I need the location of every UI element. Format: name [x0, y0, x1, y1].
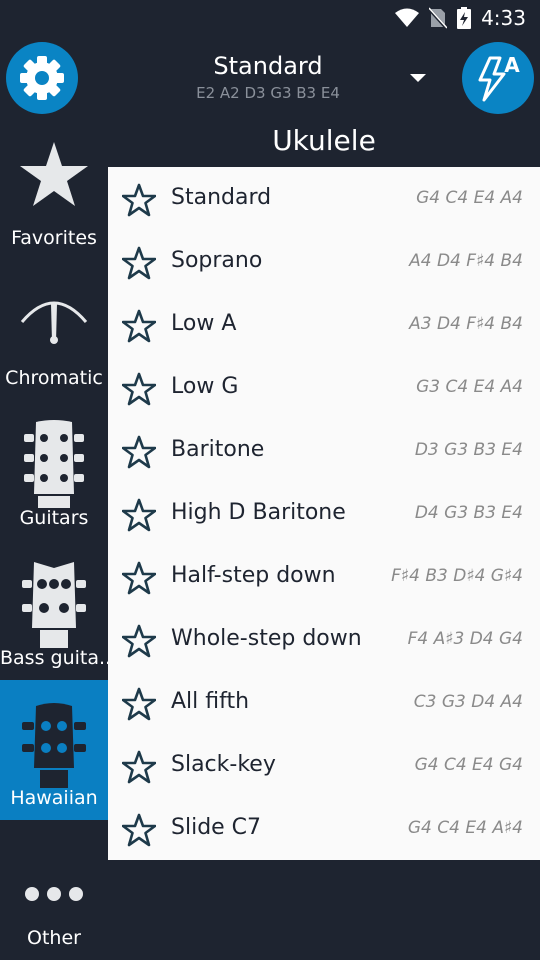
tuning-row[interactable]: Whole-step down F4 A♯3 D4 G4: [108, 608, 540, 671]
settings-button[interactable]: [6, 42, 78, 114]
bass-headstock-icon: [14, 558, 94, 654]
header: Standard E2 A2 D3 G3 B3 E4 A: [0, 36, 540, 120]
tuning-notes: G4 C4 E4 A♯4: [407, 818, 523, 838]
star-outline-icon[interactable]: [122, 246, 156, 280]
tuning-notes: G3 C4 E4 A4: [416, 377, 523, 397]
clock: 4:33: [481, 6, 526, 30]
star-outline-icon[interactable]: [122, 813, 156, 847]
sidebar-item-label: Hawaiian: [10, 787, 98, 809]
tuning-notes: G4 C4 E4 A4: [416, 188, 523, 208]
wifi-icon: [395, 8, 420, 27]
ukulele-headstock-icon: [14, 698, 94, 794]
tuning-row[interactable]: Baritone D3 G3 B3 E4: [108, 419, 540, 482]
sidebar-item-label: Bass guita...: [0, 647, 108, 669]
more-dots-icon: [14, 838, 94, 934]
star-outline-icon[interactable]: [122, 624, 156, 658]
auto-tune-button[interactable]: A: [462, 42, 534, 114]
tuning-notes: F4 A♯3 D4 G4: [407, 629, 523, 649]
star-outline-icon[interactable]: [122, 561, 156, 595]
sidebar-item-guitars[interactable]: Guitars: [0, 400, 108, 540]
battery-charging-icon: [457, 7, 472, 29]
tuning-row[interactable]: Low A A3 D4 F♯4 B4: [108, 293, 540, 356]
tuning-name[interactable]: Standard: [150, 52, 386, 80]
sidebar-item-label: Other: [27, 927, 81, 949]
star-outline-icon[interactable]: [122, 435, 156, 469]
tuning-notes[interactable]: E2 A2 D3 G3 B3 E4: [150, 84, 386, 102]
sidebar-item-other[interactable]: Other: [0, 820, 108, 960]
status-bar: 4:33: [0, 0, 540, 36]
tuning-name: High D Baritone: [171, 500, 346, 525]
tuner-letter: A: [504, 53, 520, 77]
sidebar-item-hawaiian[interactable]: Hawaiian: [0, 680, 108, 820]
sidebar-item-label: Guitars: [19, 507, 89, 529]
sidebar-item-bass-guitars[interactable]: Bass guita...: [0, 540, 108, 680]
dropdown-arrow-icon[interactable]: [410, 74, 426, 82]
tuning-name: Soprano: [171, 248, 263, 273]
tuning-name: All fifth: [171, 689, 250, 714]
auto-mode-icon: A: [478, 53, 520, 102]
star-outline-icon[interactable]: [122, 498, 156, 532]
tuning-name: Low G: [171, 374, 239, 399]
no-sim-icon: [429, 7, 448, 29]
tuning-notes: A4 D4 F♯4 B4: [409, 251, 523, 271]
tuning-row[interactable]: All fifth C3 G3 D4 A4: [108, 671, 540, 734]
tuning-row[interactable]: Slide C7 G4 C4 E4 A♯4: [108, 797, 540, 860]
tuning-row[interactable]: Standard G4 C4 E4 A4: [108, 167, 540, 230]
tuning-name: Slide C7: [171, 815, 262, 840]
tuning-row[interactable]: High D Baritone D4 G3 B3 E4: [108, 482, 540, 545]
sidebar-item-label: Chromatic: [5, 367, 103, 389]
star-outline-icon[interactable]: [122, 687, 156, 721]
star-icon: [14, 138, 94, 234]
tuning-row[interactable]: Slack-key G4 C4 E4 G4: [108, 734, 540, 797]
chromatic-gauge-icon: [14, 278, 94, 374]
tuning-name: Half-step down: [171, 563, 336, 588]
instrument-title: Ukulele: [272, 124, 376, 157]
tuning-notes: F♯4 B3 D♯4 G♯4: [391, 566, 523, 586]
tuning-name: Baritone: [171, 437, 265, 462]
star-outline-icon[interactable]: [122, 309, 156, 343]
sidebar-item-label: Favorites: [11, 227, 97, 249]
guitar-headstock-icon: [14, 418, 94, 514]
star-outline-icon[interactable]: [122, 183, 156, 217]
tuning-name: Low A: [171, 311, 237, 336]
gear-icon: [20, 56, 64, 100]
instrument-sidebar: Favorites Chromatic Guitars Bass guita..…: [0, 120, 108, 960]
sidebar-item-favorites[interactable]: Favorites: [0, 120, 108, 260]
tuning-list: Standard G4 C4 E4 A4 Soprano A4 D4 F♯4 B…: [108, 167, 540, 860]
tuning-row[interactable]: Soprano A4 D4 F♯4 B4: [108, 230, 540, 293]
star-outline-icon[interactable]: [122, 372, 156, 406]
tuning-notes: D3 G3 B3 E4: [414, 440, 523, 460]
tuning-notes: C3 G3 D4 A4: [413, 692, 523, 712]
sidebar-item-chromatic[interactable]: Chromatic: [0, 260, 108, 400]
star-outline-icon[interactable]: [122, 750, 156, 784]
tuning-notes: D4 G3 B3 E4: [414, 503, 523, 523]
tuning-name: Whole-step down: [171, 626, 362, 651]
tuning-notes: G4 C4 E4 G4: [414, 755, 523, 775]
tuning-name: Standard: [171, 185, 272, 210]
tuning-name: Slack-key: [171, 752, 276, 777]
tuning-row[interactable]: Half-step down F♯4 B3 D♯4 G♯4: [108, 545, 540, 608]
tuning-row[interactable]: Low G G3 C4 E4 A4: [108, 356, 540, 419]
tuning-notes: A3 D4 F♯4 B4: [409, 314, 523, 334]
